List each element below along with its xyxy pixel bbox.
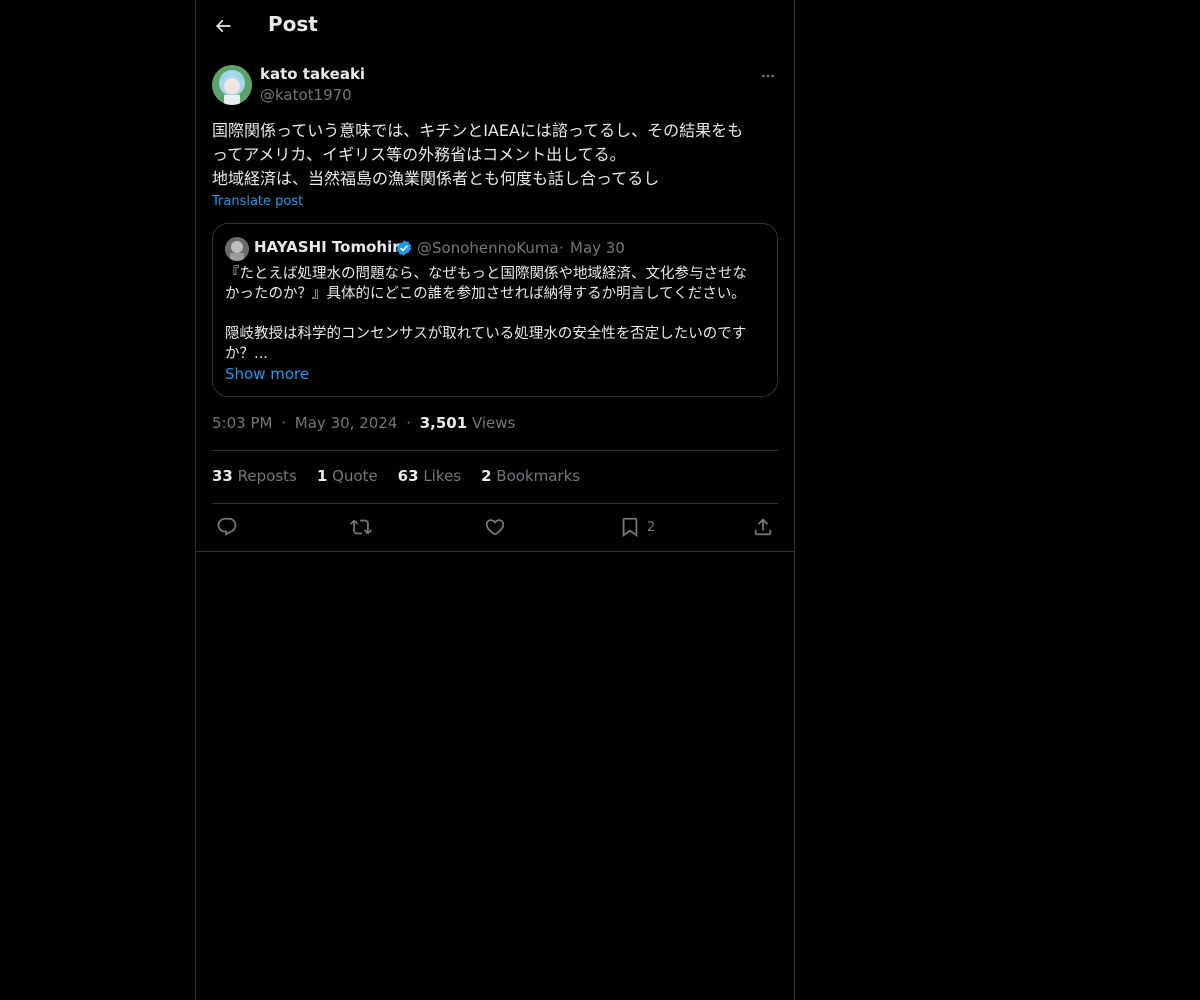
post-date[interactable]: May 30, 2024 [295,414,398,432]
post-actions: 2 [196,512,794,542]
separator-dot: · [406,414,411,432]
post-text-line: ってアメリカ、イギリス等の外務省はコメント出してる。 [212,145,626,164]
post-header: Post [196,0,794,53]
views-label: Views [471,414,516,432]
author-avatar[interactable] [212,65,252,105]
repost-icon [350,519,372,535]
quoted-text-line: 『たとえば処理水の問題なら、なぜもっと国際関係や地域経済、文化参与させな [225,266,747,282]
engagement-stats: 33 Reposts 1 Quote 63 Likes 2 Bookmarks [212,467,580,485]
author-name[interactable]: kato takeaki [260,65,365,83]
post-meta: 5:03 PM · May 30, 2024 · 3,501 Views [212,414,515,432]
more-dots-icon [762,74,774,78]
reply-icon [217,517,237,536]
post-time[interactable]: 5:03 PM [212,414,272,432]
post-text: 国際関係っていう意味では、キチンとIAEAには諮ってるし、その結果をも ってアメ… [212,119,782,191]
bookmarks-count: 2 [481,467,492,485]
share-button[interactable] [752,512,774,542]
bookmark-count: 2 [647,519,656,535]
more-options-button[interactable] [756,64,780,88]
repost-button[interactable] [350,512,372,542]
translate-post-link[interactable]: Translate post [212,194,303,209]
show-more-link[interactable]: Show more [225,365,309,383]
quotes-stat[interactable]: 1 Quote [317,467,378,485]
page-title: Post [268,12,318,36]
verified-badge-icon [396,240,412,256]
main-column: Post kato takeaki @katot1970 国際関係っていう意味で… [195,0,795,1000]
reposts-label: Reposts [237,467,297,485]
divider [212,503,778,504]
separator-dot: · [559,239,564,257]
likes-stat[interactable]: 63 Likes [398,467,461,485]
quoted-text-line: かったのか？』具体的にどこの誰を参加させれば納得するか明言してください。 [225,286,746,302]
quoted-author-name: HAYASHI Tomohiro [254,238,410,256]
like-button[interactable] [484,512,506,542]
quotes-label: Quote [332,467,378,485]
divider [196,551,794,552]
quoted-text-blank-line [225,304,770,324]
bookmark-button[interactable]: 2 [619,512,655,542]
arrow-left-icon [215,19,231,33]
quoted-post-date: May 30 [570,239,625,257]
share-icon [754,518,772,536]
quoted-post-text: 『たとえば処理水の問題なら、なぜもっと国際関係や地域経済、文化参与させな かった… [225,264,770,364]
bookmark-icon [622,517,638,538]
likes-count: 63 [397,467,419,485]
reply-button[interactable] [216,512,238,542]
separator-dot: · [281,414,287,432]
post-text-line: 地域経済は、当然福島の漁業関係者とも何度も話し合ってるし [212,169,660,188]
author-handle[interactable]: @katot1970 [260,86,352,104]
reposts-count: 33 [212,467,233,485]
bookmarks-label: Bookmarks [496,467,581,485]
post-text-line: 国際関係っていう意味では、キチンとIAEAには諮ってるし、その結果をも [212,121,744,140]
bookmarks-stat[interactable]: 2 Bookmarks [481,467,580,485]
quoted-post[interactable]: HAYASHI Tomohiro @SonohennoKuma · May 30… [212,223,778,397]
heart-icon [485,519,505,536]
back-button[interactable] [209,12,237,40]
quoted-author-avatar [225,237,249,261]
views-count: 3,501 [419,414,468,432]
likes-label: Likes [423,467,462,485]
divider [212,450,778,451]
quoted-text-line: か？... [225,346,268,362]
quoted-author-handle: @SonohennoKuma [417,239,559,257]
reposts-stat[interactable]: 33 Reposts [212,467,297,485]
quotes-count: 1 [316,467,328,485]
quoted-text-line: 隠岐教授は科学的コンセンサスが取れている処理水の安全性を否定したいのです [225,326,747,342]
